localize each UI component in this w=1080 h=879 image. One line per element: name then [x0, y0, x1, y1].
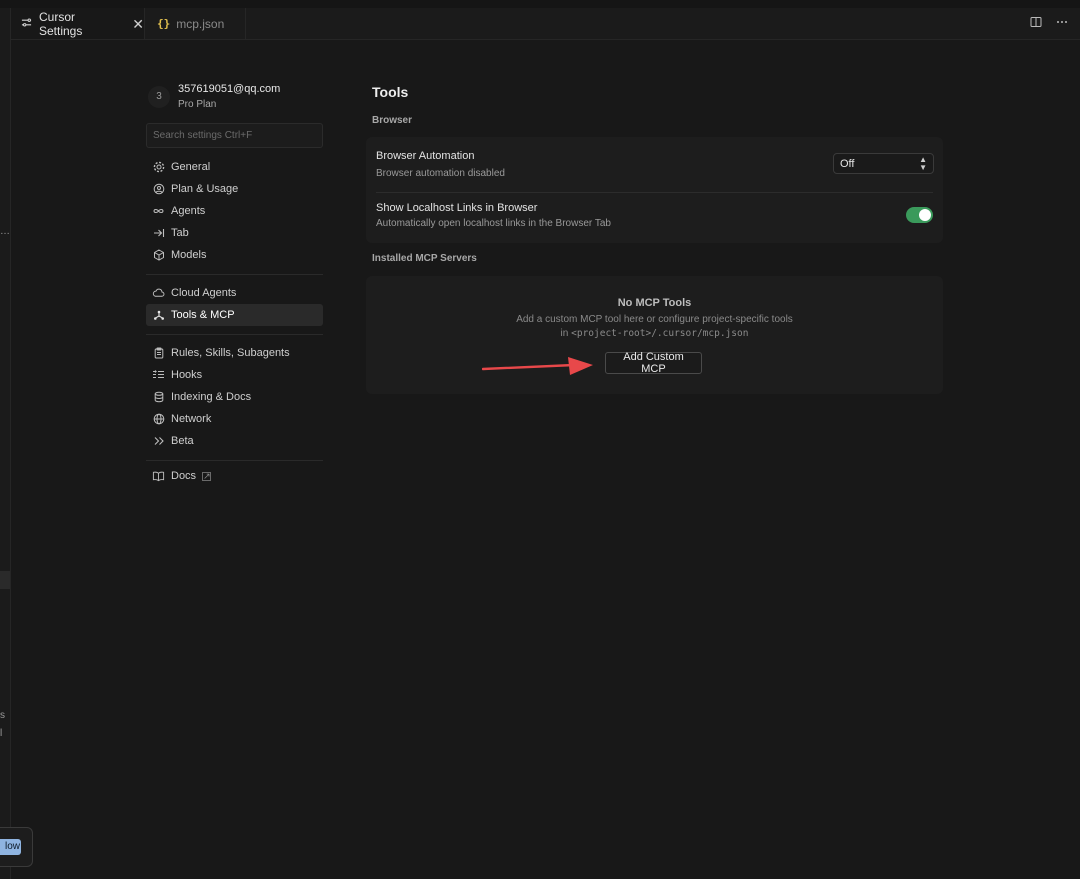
- section-label-browser: Browser: [372, 115, 413, 126]
- hooks-icon: [152, 369, 165, 382]
- close-icon[interactable]: ✕: [132, 17, 144, 31]
- sidebar-item-beta[interactable]: Beta: [146, 430, 323, 452]
- section-label-mcp: Installed MCP Servers: [372, 253, 477, 264]
- infinity-icon: [152, 205, 165, 218]
- tab-arrow-icon: [152, 227, 165, 240]
- localhost-links-toggle[interactable]: [906, 207, 933, 223]
- setting-description: Automatically open localhost links in th…: [376, 218, 611, 229]
- sidebar-item-label: Rules, Skills, Subagents: [171, 347, 290, 359]
- sidebar-item-indexing-docs[interactable]: Indexing & Docs: [146, 386, 323, 408]
- highlighted-row: [0, 571, 10, 589]
- sidebar-item-label: Hooks: [171, 369, 203, 381]
- sidebar-item-label: Tab: [171, 227, 189, 239]
- account-info: 3 357619051@qq.com Pro Plan: [146, 80, 323, 116]
- flow-button[interactable]: low: [0, 839, 21, 855]
- external-link-icon: ↗: [202, 470, 212, 481]
- sidebar-item-agents[interactable]: Agents: [146, 200, 323, 222]
- sidebar-item-label: Plan & Usage: [171, 183, 239, 195]
- search-settings-input[interactable]: [146, 123, 323, 148]
- tab-cursor-settings[interactable]: Cursor Settings ✕: [11, 8, 145, 39]
- setting-title: Browser Automation: [376, 150, 475, 162]
- select-value: Off: [840, 157, 855, 170]
- setting-description: Browser automation disabled: [376, 168, 505, 179]
- sidebar-item-label: Tools & MCP: [171, 309, 235, 321]
- mcp-config-path: <project-root>/.cursor/mcp.json: [571, 328, 749, 339]
- window-top-band: [0, 0, 1080, 8]
- sidebar-item-tools-mcp[interactable]: Tools & MCP: [146, 304, 323, 326]
- sidebar-item-cloud-agents[interactable]: Cloud Agents: [146, 282, 323, 304]
- sidebar-item-label: Indexing & Docs: [171, 391, 252, 403]
- nav-divider: [146, 274, 323, 275]
- nav-divider: [146, 334, 323, 335]
- editor-actions: [1030, 16, 1068, 31]
- nav-group-2: Cloud Agents Tools & MCP: [146, 282, 323, 343]
- sidebar-item-label: Beta: [171, 435, 194, 447]
- plan-icon: [152, 183, 165, 196]
- browser-settings-card: Browser Automation Browser automation di…: [366, 137, 943, 243]
- sidebar-item-tab[interactable]: Tab: [146, 222, 323, 244]
- database-icon: [152, 391, 165, 404]
- empty-state-path-line: in <project-root>/.cursor/mcp.json: [366, 328, 943, 339]
- editor-tab-bar: Cursor Settings ✕ {} mcp.json: [11, 8, 1080, 40]
- tab-title: mcp.json: [176, 16, 225, 31]
- gear-icon: [152, 161, 165, 174]
- nav-group-1: General Plan & Usage Agents Tab Models: [146, 156, 323, 283]
- sidebar-item-hooks[interactable]: Hooks: [146, 364, 323, 386]
- sidebar-item-general[interactable]: General: [146, 156, 323, 178]
- toggle-knob: [919, 209, 931, 221]
- double-chevron-icon: [152, 435, 165, 448]
- tab-mcp-json[interactable]: {} mcp.json: [145, 8, 246, 39]
- json-braces-icon: {}: [157, 17, 171, 30]
- annotation-arrow-icon: [482, 357, 593, 375]
- sidebar-item-network[interactable]: Network: [146, 408, 323, 430]
- sidebar-item-models[interactable]: Models: [146, 244, 323, 266]
- truncated-text: …: [0, 226, 10, 237]
- tools-icon: [152, 309, 165, 322]
- account-email: 357619051@qq.com: [178, 83, 281, 95]
- sidebar-item-label: Network: [171, 413, 212, 425]
- settings-sliders-icon: [21, 17, 32, 31]
- globe-icon: [152, 413, 165, 426]
- cloud-icon: [152, 287, 165, 300]
- nav-divider: [146, 460, 323, 461]
- settings-sidebar: 3 357619051@qq.com Pro Plan General Plan…: [146, 80, 323, 482]
- sidebar-item-label: Agents: [171, 205, 206, 217]
- clipboard-icon: [152, 347, 165, 360]
- cube-icon: [152, 249, 165, 262]
- nav-group-3: Rules, Skills, Subagents Hooks Indexing …: [146, 342, 323, 469]
- empty-state-description: Add a custom MCP tool here or configure …: [516, 314, 793, 325]
- sidebar-item-plan-usage[interactable]: Plan & Usage: [146, 178, 323, 200]
- page-title: Tools: [372, 84, 409, 100]
- empty-state-title: No MCP Tools: [617, 297, 692, 309]
- truncated-text: s: [0, 710, 5, 721]
- left-edge-panel: … s l: [0, 8, 11, 879]
- account-plan: Pro Plan: [178, 99, 217, 110]
- browser-automation-row: Browser Automation Browser automation di…: [376, 147, 934, 187]
- sidebar-item-label: Cloud Agents: [171, 287, 237, 299]
- avatar: 3: [148, 86, 170, 108]
- sidebar-item-label: Models: [171, 249, 207, 261]
- tab-title: Cursor Settings: [39, 9, 83, 38]
- localhost-links-row: Show Localhost Links in Browser Automati…: [376, 200, 933, 234]
- nav-group-4: Docs ↗: [146, 465, 323, 487]
- truncated-text: l: [0, 728, 3, 739]
- mcp-empty-card: No MCP Tools Add a custom MCP tool here …: [366, 276, 943, 394]
- row-divider: [376, 192, 933, 193]
- sidebar-item-docs[interactable]: Docs ↗: [146, 465, 323, 487]
- chevron-up-down-icon: ▲ ▼: [919, 155, 927, 172]
- add-custom-mcp-button[interactable]: Add Custom MCP: [605, 351, 702, 375]
- sidebar-item-rules[interactable]: Rules, Skills, Subagents: [146, 342, 323, 364]
- book-icon: [152, 470, 165, 483]
- setting-title: Show Localhost Links in Browser: [376, 202, 538, 214]
- sidebar-item-label: Docs: [171, 470, 197, 482]
- more-actions-icon[interactable]: [1056, 16, 1068, 31]
- path-prefix: in: [560, 328, 569, 339]
- browser-automation-select[interactable]: Off ▲ ▼: [833, 153, 934, 174]
- split-editor-icon[interactable]: [1030, 16, 1042, 31]
- sidebar-item-label: General: [171, 161, 211, 173]
